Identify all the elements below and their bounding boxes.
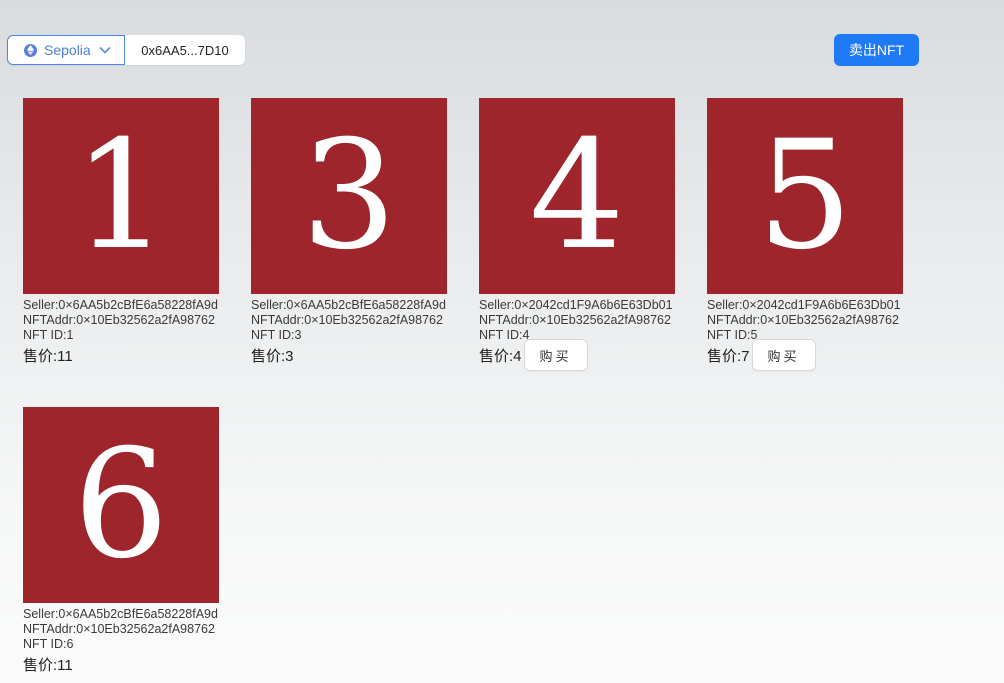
nft-image-number: 4 — [529, 109, 625, 283]
sale-price: 售价:11 — [23, 347, 73, 365]
seller-address: Seller:0×6AA5b2cBfE6a58228fA9d — [251, 298, 446, 312]
nft-contract-address: NFTAddr:0×10Eb32562a2fA98762 — [23, 313, 215, 327]
sale-price: 售价:3 — [251, 347, 294, 365]
seller-address: Seller:0×2042cd1F9A6b6E63Db01 — [707, 298, 901, 312]
sale-price: 售价:7 — [707, 347, 750, 365]
nft-details: Seller:0×2042cd1F9A6b6E63Db01 NFTAddr:0×1… — [707, 298, 919, 343]
nft-details: Seller:0×2042cd1F9A6b6E63Db01 NFTAddr:0×1… — [479, 298, 691, 343]
nft-image-number: 6 — [73, 418, 169, 592]
sell-nft-button[interactable]: 卖出NFT — [834, 34, 919, 66]
sale-price: 售价:4 — [479, 347, 522, 365]
nft-card: 1 Seller:0×6AA5b2cBfE6a58228fA9d NFTAddr:0… — [23, 98, 235, 368]
price-row: 售价:3 — [251, 345, 463, 365]
nft-contract-address: NFTAddr:0×10Eb32562a2fA98762 — [23, 622, 215, 636]
nft-image-number: 1 — [73, 109, 169, 283]
chevron-down-icon — [99, 46, 111, 54]
seller-address: Seller:0×2042cd1F9A6b6E63Db01 — [479, 298, 673, 312]
wallet-connector: Sepolia 0x6AA5...7D10 — [7, 35, 245, 65]
nft-image-number: 3 — [301, 109, 397, 283]
nft-image: 3 — [251, 98, 447, 294]
nft-contract-address: NFTAddr:0×10Eb32562a2fA98762 — [707, 313, 899, 327]
nft-id: NFT ID:1 — [23, 328, 74, 342]
nft-card: 5 Seller:0×2042cd1F9A6b6E63Db01 NFTAddr:0×… — [707, 98, 919, 371]
buy-button[interactable]: 购买 — [751, 339, 816, 371]
buy-button[interactable]: 购买 — [523, 339, 588, 371]
nft-image: 5 — [707, 98, 903, 294]
nft-image-number: 5 — [757, 109, 853, 283]
nft-contract-address: NFTAddr:0×10Eb32562a2fA98762 — [479, 313, 671, 327]
ethereum-icon — [24, 43, 37, 57]
nft-details: Seller:0×6AA5b2cBfE6a58228fA9d NFTAddr:0×… — [251, 298, 463, 343]
nft-id: NFT ID:3 — [251, 328, 302, 342]
price-row: 售价:7 购买 — [707, 339, 919, 371]
nft-card: 4 Seller:0×2042cd1F9A6b6E63Db01 NFTAddr:0×… — [479, 98, 691, 371]
nft-image: 6 — [23, 407, 219, 603]
nft-contract-address: NFTAddr:0×10Eb32562a2fA98762 — [251, 313, 443, 327]
nft-image: 1 — [23, 98, 219, 294]
account-address-button[interactable]: 0x6AA5...7D10 — [125, 35, 245, 65]
price-row: 售价:11 — [23, 345, 235, 365]
nft-details: Seller:0×6AA5b2cBfE6a58228fA9d NFTAddr:0×… — [23, 607, 235, 652]
nft-image: 4 — [479, 98, 675, 294]
sale-price: 售价:11 — [23, 656, 73, 674]
nft-id: NFT ID:6 — [23, 637, 74, 651]
nft-card: 6 Seller:0×6AA5b2cBfE6a58228fA9d NFTAddr:0… — [23, 407, 235, 677]
network-name: Sepolia — [44, 42, 91, 58]
seller-address: Seller:0×6AA5b2cBfE6a58228fA9d — [23, 298, 218, 312]
nft-details: Seller:0×6AA5b2cBfE6a58228fA9d NFTAddr:0×… — [23, 298, 235, 343]
seller-address: Seller:0×6AA5b2cBfE6a58228fA9d — [23, 607, 218, 621]
price-row: 售价:4 购买 — [479, 339, 691, 371]
price-row: 售价:11 — [23, 654, 235, 674]
nft-card: 3 Seller:0×6AA5b2cBfE6a58228fA9d NFTAddr:0… — [251, 98, 463, 368]
network-selector[interactable]: Sepolia — [7, 35, 125, 65]
